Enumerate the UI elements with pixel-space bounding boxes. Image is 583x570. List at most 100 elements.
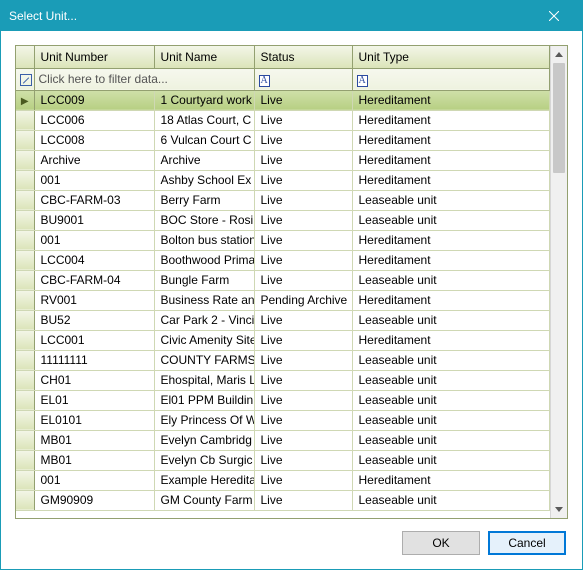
row-indicator (16, 330, 34, 350)
scroll-track[interactable] (551, 63, 567, 501)
cell-num: LCC008 (34, 130, 154, 150)
cell-status: Live (254, 470, 352, 490)
cell-name: Evelyn Cambridg (154, 430, 254, 450)
table-row[interactable]: ArchiveArchiveLiveHereditament (16, 150, 550, 170)
vertical-scrollbar[interactable] (550, 46, 567, 518)
table-row[interactable]: 001Bolton bus stationLiveHereditament (16, 230, 550, 250)
cell-num: RV001 (34, 290, 154, 310)
cell-type: Hereditament (352, 130, 550, 150)
row-indicator (16, 430, 34, 450)
header-unit-type[interactable]: Unit Type (352, 46, 550, 68)
ok-button[interactable]: OK (402, 531, 480, 555)
cell-name: Bungle Farm (154, 270, 254, 290)
cell-num: GM90909 (34, 490, 154, 510)
table-row[interactable]: BU52Car Park 2 - VinciLiveLeaseable unit (16, 310, 550, 330)
cell-type: Hereditament (352, 230, 550, 250)
filter-status[interactable]: A (254, 68, 352, 90)
table-row[interactable]: RV001Business Rate anPending ArchiveHere… (16, 290, 550, 310)
cell-type: Hereditament (352, 150, 550, 170)
filter-type[interactable]: A (352, 68, 550, 90)
cell-type: Leaseable unit (352, 410, 550, 430)
row-indicator (16, 350, 34, 370)
table-row[interactable]: CH01Ehospital, Maris LLiveLeaseable unit (16, 370, 550, 390)
cell-type: Leaseable unit (352, 190, 550, 210)
cell-status: Pending Archive (254, 290, 352, 310)
table-row[interactable]: CBC-FARM-04Bungle FarmLiveLeaseable unit (16, 270, 550, 290)
cell-num: LCC004 (34, 250, 154, 270)
filter-input[interactable]: Click here to filter data... (34, 68, 254, 90)
cell-type: Leaseable unit (352, 390, 550, 410)
chevron-down-icon (555, 507, 563, 512)
filter-row[interactable]: Click here to filter data... A A (16, 68, 550, 90)
table-row[interactable]: CBC-FARM-03Berry FarmLiveLeaseable unit (16, 190, 550, 210)
cell-type: Hereditament (352, 470, 550, 490)
table-row[interactable]: 11111111COUNTY FARMSLiveLeaseable unit (16, 350, 550, 370)
header-row: Unit Number Unit Name Status Unit Type (16, 46, 550, 68)
cell-name: 18 Atlas Court, C (154, 110, 254, 130)
cell-num: MB01 (34, 430, 154, 450)
close-button[interactable] (534, 2, 574, 30)
cancel-button[interactable]: Cancel (488, 531, 566, 555)
table-row[interactable]: 001Ashby School ExLiveHereditament (16, 170, 550, 190)
window-title: Select Unit... (9, 9, 77, 23)
cell-status: Live (254, 230, 352, 250)
table-row[interactable]: BU9001BOC Store - RosiLiveLeaseable unit (16, 210, 550, 230)
scroll-down-button[interactable] (551, 501, 567, 518)
table-row[interactable]: LCC004Boothwood PrimaLiveHereditament (16, 250, 550, 270)
cell-name: Ely Princess Of W (154, 410, 254, 430)
scroll-up-button[interactable] (551, 46, 567, 63)
table-row[interactable]: LCC0086 Vulcan Court CLiveHereditament (16, 130, 550, 150)
row-indicator (16, 130, 34, 150)
cell-name: Civic Amenity Site (154, 330, 254, 350)
data-grid[interactable]: Unit Number Unit Name Status Unit Type C… (16, 46, 550, 518)
row-indicator (16, 290, 34, 310)
cell-num: Archive (34, 150, 154, 170)
cell-status: Live (254, 250, 352, 270)
header-status[interactable]: Status (254, 46, 352, 68)
table-row[interactable]: EL01El01 PPM BuildinLiveLeaseable unit (16, 390, 550, 410)
cell-name: Business Rate an (154, 290, 254, 310)
dialog-buttons: OK Cancel (15, 519, 568, 559)
cell-type: Leaseable unit (352, 270, 550, 290)
header-unit-number[interactable]: Unit Number (34, 46, 154, 68)
cell-num: 11111111 (34, 350, 154, 370)
cell-status: Live (254, 90, 352, 110)
cell-status: Live (254, 110, 352, 130)
cell-status: Live (254, 170, 352, 190)
cell-name: COUNTY FARMS (154, 350, 254, 370)
table-row[interactable]: MB01Evelyn CambridgLiveLeaseable unit (16, 430, 550, 450)
cell-type: Hereditament (352, 90, 550, 110)
row-indicator (16, 170, 34, 190)
table-row[interactable]: MB01Evelyn Cb SurgicLiveLeaseable unit (16, 450, 550, 470)
table-row[interactable]: LCC001Civic Amenity SiteLiveHereditament (16, 330, 550, 350)
row-indicator (16, 470, 34, 490)
table-row[interactable]: 001Example HereditaLiveHereditament (16, 470, 550, 490)
scroll-thumb[interactable] (553, 63, 565, 173)
cell-status: Live (254, 450, 352, 470)
grid-container: Unit Number Unit Name Status Unit Type C… (15, 45, 568, 519)
row-indicator (16, 190, 34, 210)
header-unit-name[interactable]: Unit Name (154, 46, 254, 68)
row-indicator (16, 270, 34, 290)
cell-name: Archive (154, 150, 254, 170)
row-pointer-icon: ▶ (21, 96, 29, 107)
table-row[interactable]: LCC00618 Atlas Court, CLiveHereditament (16, 110, 550, 130)
table-row[interactable]: ▶LCC0091 Courtyard workLiveHereditament (16, 90, 550, 110)
cell-name: El01 PPM Buildin (154, 390, 254, 410)
table-row[interactable]: EL0101Ely Princess Of WLiveLeaseable uni… (16, 410, 550, 430)
table-row[interactable]: GM90909GM County FarmLiveLeaseable unit (16, 490, 550, 510)
dialog-content: Unit Number Unit Name Status Unit Type C… (1, 31, 582, 569)
row-indicator (16, 310, 34, 330)
row-indicator (16, 390, 34, 410)
row-indicator (16, 250, 34, 270)
cell-status: Live (254, 490, 352, 510)
cell-type: Leaseable unit (352, 450, 550, 470)
cell-status: Live (254, 270, 352, 290)
cell-num: 001 (34, 230, 154, 250)
cell-name: 1 Courtyard work (154, 90, 254, 110)
cell-num: CH01 (34, 370, 154, 390)
chevron-up-icon (555, 52, 563, 57)
text-filter-icon: A (259, 75, 270, 87)
cell-num: LCC001 (34, 330, 154, 350)
cell-type: Leaseable unit (352, 210, 550, 230)
